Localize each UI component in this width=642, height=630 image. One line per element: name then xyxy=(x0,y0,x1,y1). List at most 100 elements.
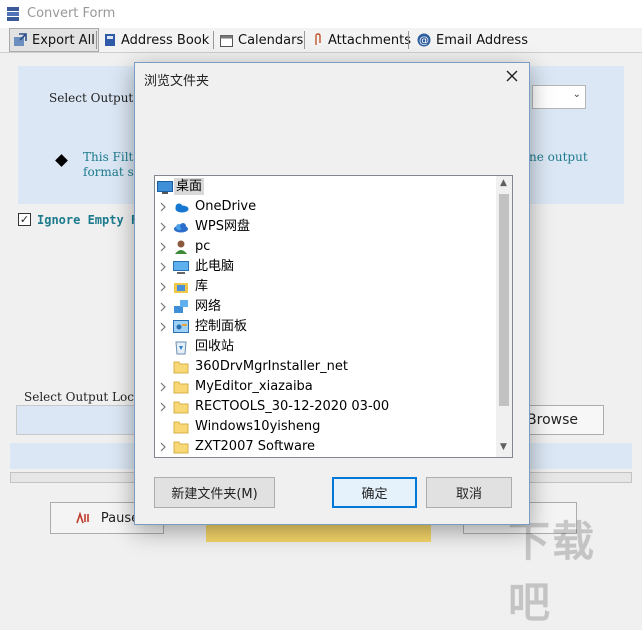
tree-item-folder[interactable]: ZXT2007 Software xyxy=(155,437,495,457)
tab-attachments[interactable]: Attachments xyxy=(313,28,411,52)
chevron-right-icon[interactable] xyxy=(158,322,168,332)
close-icon[interactable] xyxy=(503,67,521,85)
info-text-line1-tail: ne output xyxy=(529,150,588,164)
tree-item-label: 网络 xyxy=(195,299,222,314)
tree-item-label: Windows10yisheng xyxy=(195,419,321,434)
tree-item-control-panel[interactable]: 控制面板 xyxy=(155,317,495,337)
tree-item-recycle-bin[interactable]: 回收站 xyxy=(155,337,495,357)
title-bar: Convert Form xyxy=(0,0,642,28)
tree-item-network[interactable]: 网络 xyxy=(155,297,495,317)
address-book-icon xyxy=(105,34,115,46)
toolbar-separator xyxy=(304,31,305,49)
export-icon xyxy=(14,33,27,46)
output-location-input[interactable] xyxy=(16,405,146,435)
chevron-right-icon[interactable] xyxy=(158,382,168,392)
select-output-label: Select Output F xyxy=(49,91,146,105)
toolbar: Export All Address Book Calendars Attach… xyxy=(0,28,642,53)
tree-item-label: 回收站 xyxy=(195,339,235,354)
app-icon xyxy=(7,7,19,21)
folder-tree[interactable]: 桌面 OneDrive WPS网盘 pc 此电脑 库 网络 控制面板 回收站 3… xyxy=(154,175,513,458)
chevron-right-icon[interactable] xyxy=(158,302,168,312)
recycle-bin-icon xyxy=(175,341,187,355)
tab-label: Calendars xyxy=(238,32,304,48)
tree-item-folder[interactable]: MyEditor_xiazaiba xyxy=(155,377,495,397)
cancel-button[interactable]: 取消 xyxy=(426,477,512,508)
computer-icon xyxy=(173,261,189,274)
tab-label: Email Address xyxy=(436,32,528,48)
calendar-icon xyxy=(220,34,233,47)
tab-email-address[interactable]: @ Email Address xyxy=(417,28,528,52)
folder-icon xyxy=(173,361,189,374)
tree-item-desktop[interactable]: 桌面 xyxy=(155,177,495,197)
attachment-icon xyxy=(315,33,321,45)
ignore-empty-checkbox[interactable]: ✓ xyxy=(18,213,31,226)
ignore-empty-label: Ignore Empty F xyxy=(37,213,139,227)
chevron-right-icon[interactable] xyxy=(158,442,168,452)
info-text-line1: This Filte xyxy=(83,150,141,164)
toolbar-separator xyxy=(213,31,214,49)
control-panel-icon xyxy=(173,320,189,333)
folder-icon xyxy=(173,441,189,454)
browse-folder-dialog: 浏览文件夹 桌面 OneDrive WPS网盘 pc 此电脑 库 网络 控制面板… xyxy=(134,62,530,525)
chevron-right-icon[interactable] xyxy=(158,282,168,292)
tree-item-this-pc[interactable]: 此电脑 xyxy=(155,257,495,277)
tab-calendars[interactable]: Calendars xyxy=(220,28,303,52)
tree-item-label: pc xyxy=(195,239,211,254)
tree-item-label: 库 xyxy=(195,279,209,294)
info-text-line2: format se xyxy=(83,165,141,179)
tree-item-folder[interactable]: RECTOOLS_30-12-2020 03-00 xyxy=(155,397,495,417)
new-folder-label: 新建文件夹(M) xyxy=(171,487,258,502)
tree-item-label: RECTOOLS_30-12-2020 03-00 xyxy=(195,399,390,414)
tree-item-label: 此电脑 xyxy=(195,259,235,274)
scroll-up-icon[interactable]: ▲ xyxy=(500,178,507,188)
chevron-right-icon[interactable] xyxy=(158,202,168,212)
tree-item-label: 桌面 xyxy=(174,178,205,195)
chevron-right-icon[interactable] xyxy=(158,262,168,272)
tree-item-wps[interactable]: WPS网盘 xyxy=(155,217,495,237)
tab-label: Address Book xyxy=(121,32,210,48)
at-icon: @ xyxy=(417,33,431,47)
tab-label: Export All xyxy=(32,32,95,48)
tree-item-label: OneDrive xyxy=(195,199,257,214)
folder-icon xyxy=(173,381,189,394)
scroll-down-icon[interactable]: ▼ xyxy=(500,442,507,452)
tree-item-onedrive[interactable]: OneDrive xyxy=(155,197,495,217)
tree-item-library[interactable]: 库 xyxy=(155,277,495,297)
folder-icon xyxy=(173,421,189,434)
new-folder-button[interactable]: 新建文件夹(M) xyxy=(154,477,275,508)
desktop-icon xyxy=(157,181,173,194)
tree-scrollbar[interactable]: ▲ ▼ xyxy=(496,176,512,457)
chevron-right-icon[interactable] xyxy=(158,242,168,252)
library-icon xyxy=(174,283,188,293)
wps-cloud-icon xyxy=(174,223,188,233)
tree-item-folder[interactable]: Windows10yisheng xyxy=(155,417,495,437)
toolbar-separator xyxy=(96,31,97,49)
tree-item-folder[interactable]: 360DrvMgrInstaller_net xyxy=(155,357,495,377)
tree-item-label: 360DrvMgrInstaller_net xyxy=(195,359,348,374)
cancel-label: 取消 xyxy=(455,487,482,502)
scrollbar-thumb[interactable] xyxy=(499,194,509,406)
dialog-title: 浏览文件夹 xyxy=(144,74,210,89)
tree-item-label: 控制面板 xyxy=(195,319,248,334)
tree-item-label: WPS网盘 xyxy=(195,219,250,234)
watermark-text: 下载吧 xyxy=(508,517,597,627)
tab-export-all[interactable]: Export All xyxy=(9,28,99,52)
tree-item-pc[interactable]: pc xyxy=(155,237,495,257)
ok-label: 确定 xyxy=(361,487,388,502)
svg-text:@: @ xyxy=(419,36,429,47)
chevron-right-icon[interactable] xyxy=(158,402,168,412)
ok-button[interactable]: 确定 xyxy=(332,477,417,508)
chevron-right-icon[interactable] xyxy=(158,222,168,232)
window-title: Convert Form xyxy=(27,6,116,21)
tab-label: Attachments xyxy=(328,32,411,48)
pause-icon xyxy=(76,511,89,524)
tree-item-label: MyEditor_xiazaiba xyxy=(195,379,313,394)
toolbar-separator xyxy=(408,31,409,49)
tree-item-label: ZXT2007 Software xyxy=(195,439,316,454)
chevron-down-icon: ⌄ xyxy=(572,89,581,100)
folder-icon xyxy=(173,401,189,414)
output-format-select[interactable]: ⌄ xyxy=(532,85,586,109)
output-location-label: Select Output Locat xyxy=(24,390,146,404)
tab-address-book[interactable]: Address Book xyxy=(104,28,209,52)
convert-button[interactable] xyxy=(206,522,431,542)
